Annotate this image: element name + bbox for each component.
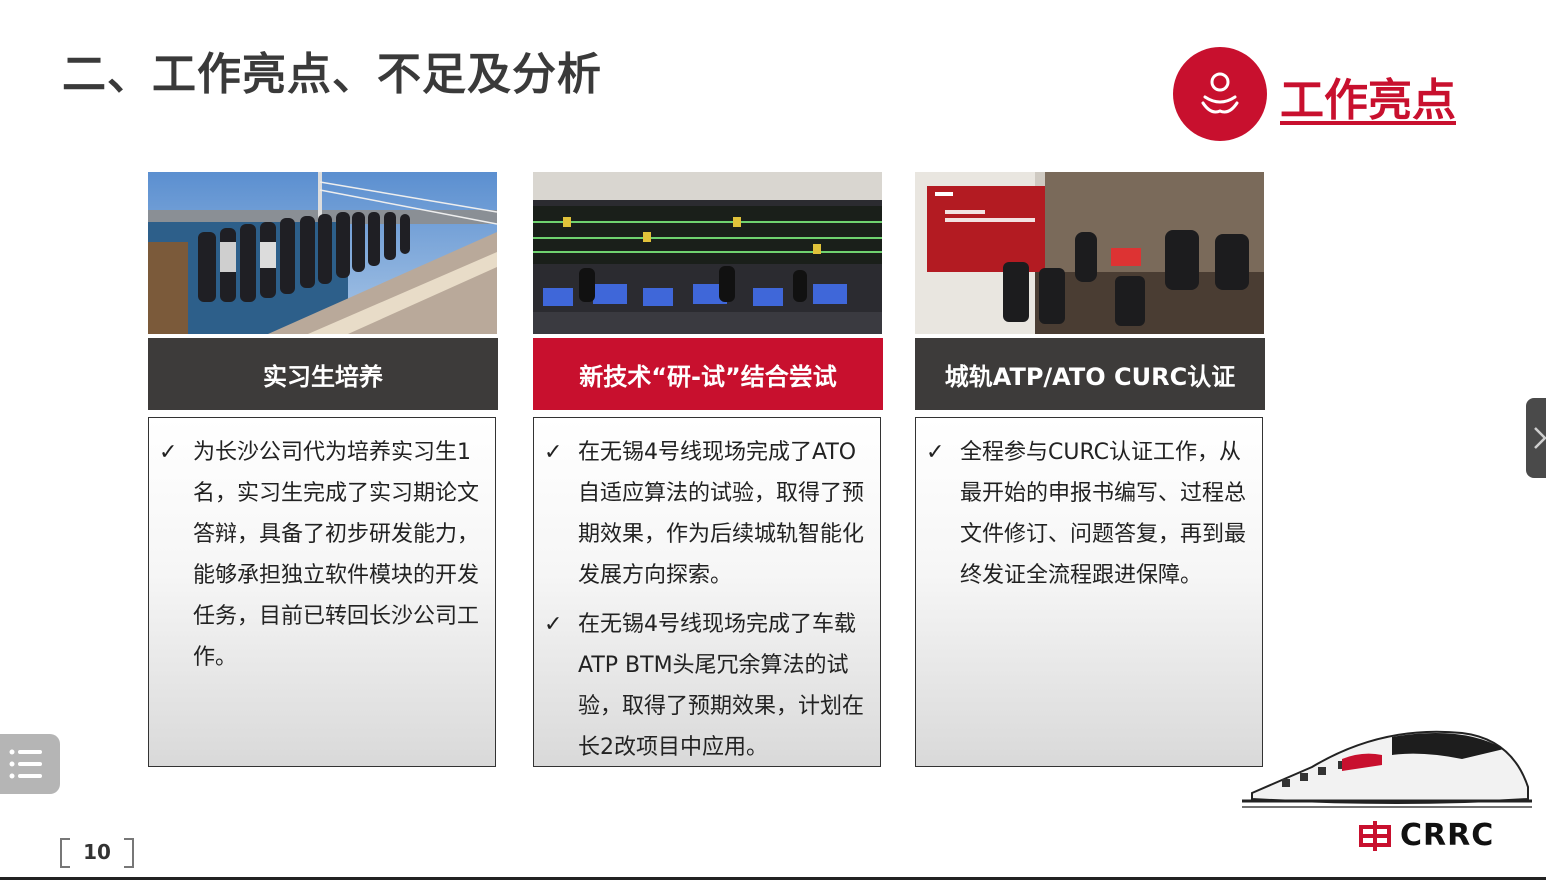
check-icon: ✓ (926, 440, 945, 465)
control-center-photo (533, 172, 882, 334)
card-body: ✓ 在无锡4号线现场完成了ATO自适应算法的试验，取得了预期效果，作为后续城轨智… (533, 417, 881, 767)
crrc-logo: CRRC (1358, 818, 1494, 853)
card-body: ✓ 为长沙公司代为培养实习生1名，实习生完成了实习期论文答辩，具备了初步研发能力… (148, 417, 496, 767)
bullet-item: ✓ 为长沙公司代为培养实习生1名，实习生完成了实习期论文答辩，具备了初步研发能力… (159, 432, 485, 678)
bullet-item: ✓ 在无锡4号线现场完成了车载ATP BTM头尾冗余算法的试验，取得了预期效果，… (544, 604, 870, 768)
card-header: 实习生培养 (148, 338, 498, 410)
card-body: ✓ 全程参与CURC认证工作，从最开始的申报书编写、过程总文件修订、问题答复，再… (915, 417, 1263, 767)
slide-title: 二、工作亮点、不足及分析 (62, 49, 602, 100)
logo-text: CRRC (1400, 818, 1495, 853)
list-icon (9, 749, 42, 779)
bullet-item: ✓ 全程参与CURC认证工作，从最开始的申报书编写、过程总文件修订、问题答复，再… (926, 432, 1252, 596)
slide-menu-button[interactable] (0, 734, 60, 794)
crrc-emblem-icon (1359, 820, 1391, 851)
bullet-text: 在无锡4号线现场完成了ATO自适应算法的试验，取得了预期效果，作为后续城轨智能化… (578, 440, 865, 588)
check-icon: ✓ (544, 612, 563, 637)
group-photo-on-bridge (148, 172, 497, 334)
chevron-right-icon (1534, 427, 1546, 449)
badge-circle (1173, 47, 1267, 141)
page-number: 10 (58, 838, 136, 868)
section-badge-label: 工作亮点 (1280, 75, 1456, 126)
meeting-room-photo (915, 172, 1264, 334)
check-icon: ✓ (159, 440, 178, 465)
bullet-text: 在无锡4号线现场完成了车载ATP BTM头尾冗余算法的试验，取得了预期效果，计划… (578, 612, 865, 760)
train-illustration (1242, 715, 1532, 819)
next-slide-tab[interactable] (1526, 398, 1546, 478)
bullet-text: 为长沙公司代为培养实习生1名，实习生完成了实习期论文答辩，具备了初步研发能力，能… (193, 440, 480, 670)
check-icon: ✓ (544, 440, 563, 465)
card-header: 城轨ATP/ATO CURC认证 (915, 338, 1265, 410)
card-header: 新技术“研-试”结合尝试 (533, 338, 883, 410)
bracket-right (124, 838, 134, 868)
user-hands-icon (1201, 72, 1239, 114)
bullet-text: 全程参与CURC认证工作，从最开始的申报书编写、过程总文件修订、问题答复，再到最… (960, 440, 1247, 588)
bullet-item: ✓ 在无锡4号线现场完成了ATO自适应算法的试验，取得了预期效果，作为后续城轨智… (544, 432, 870, 596)
